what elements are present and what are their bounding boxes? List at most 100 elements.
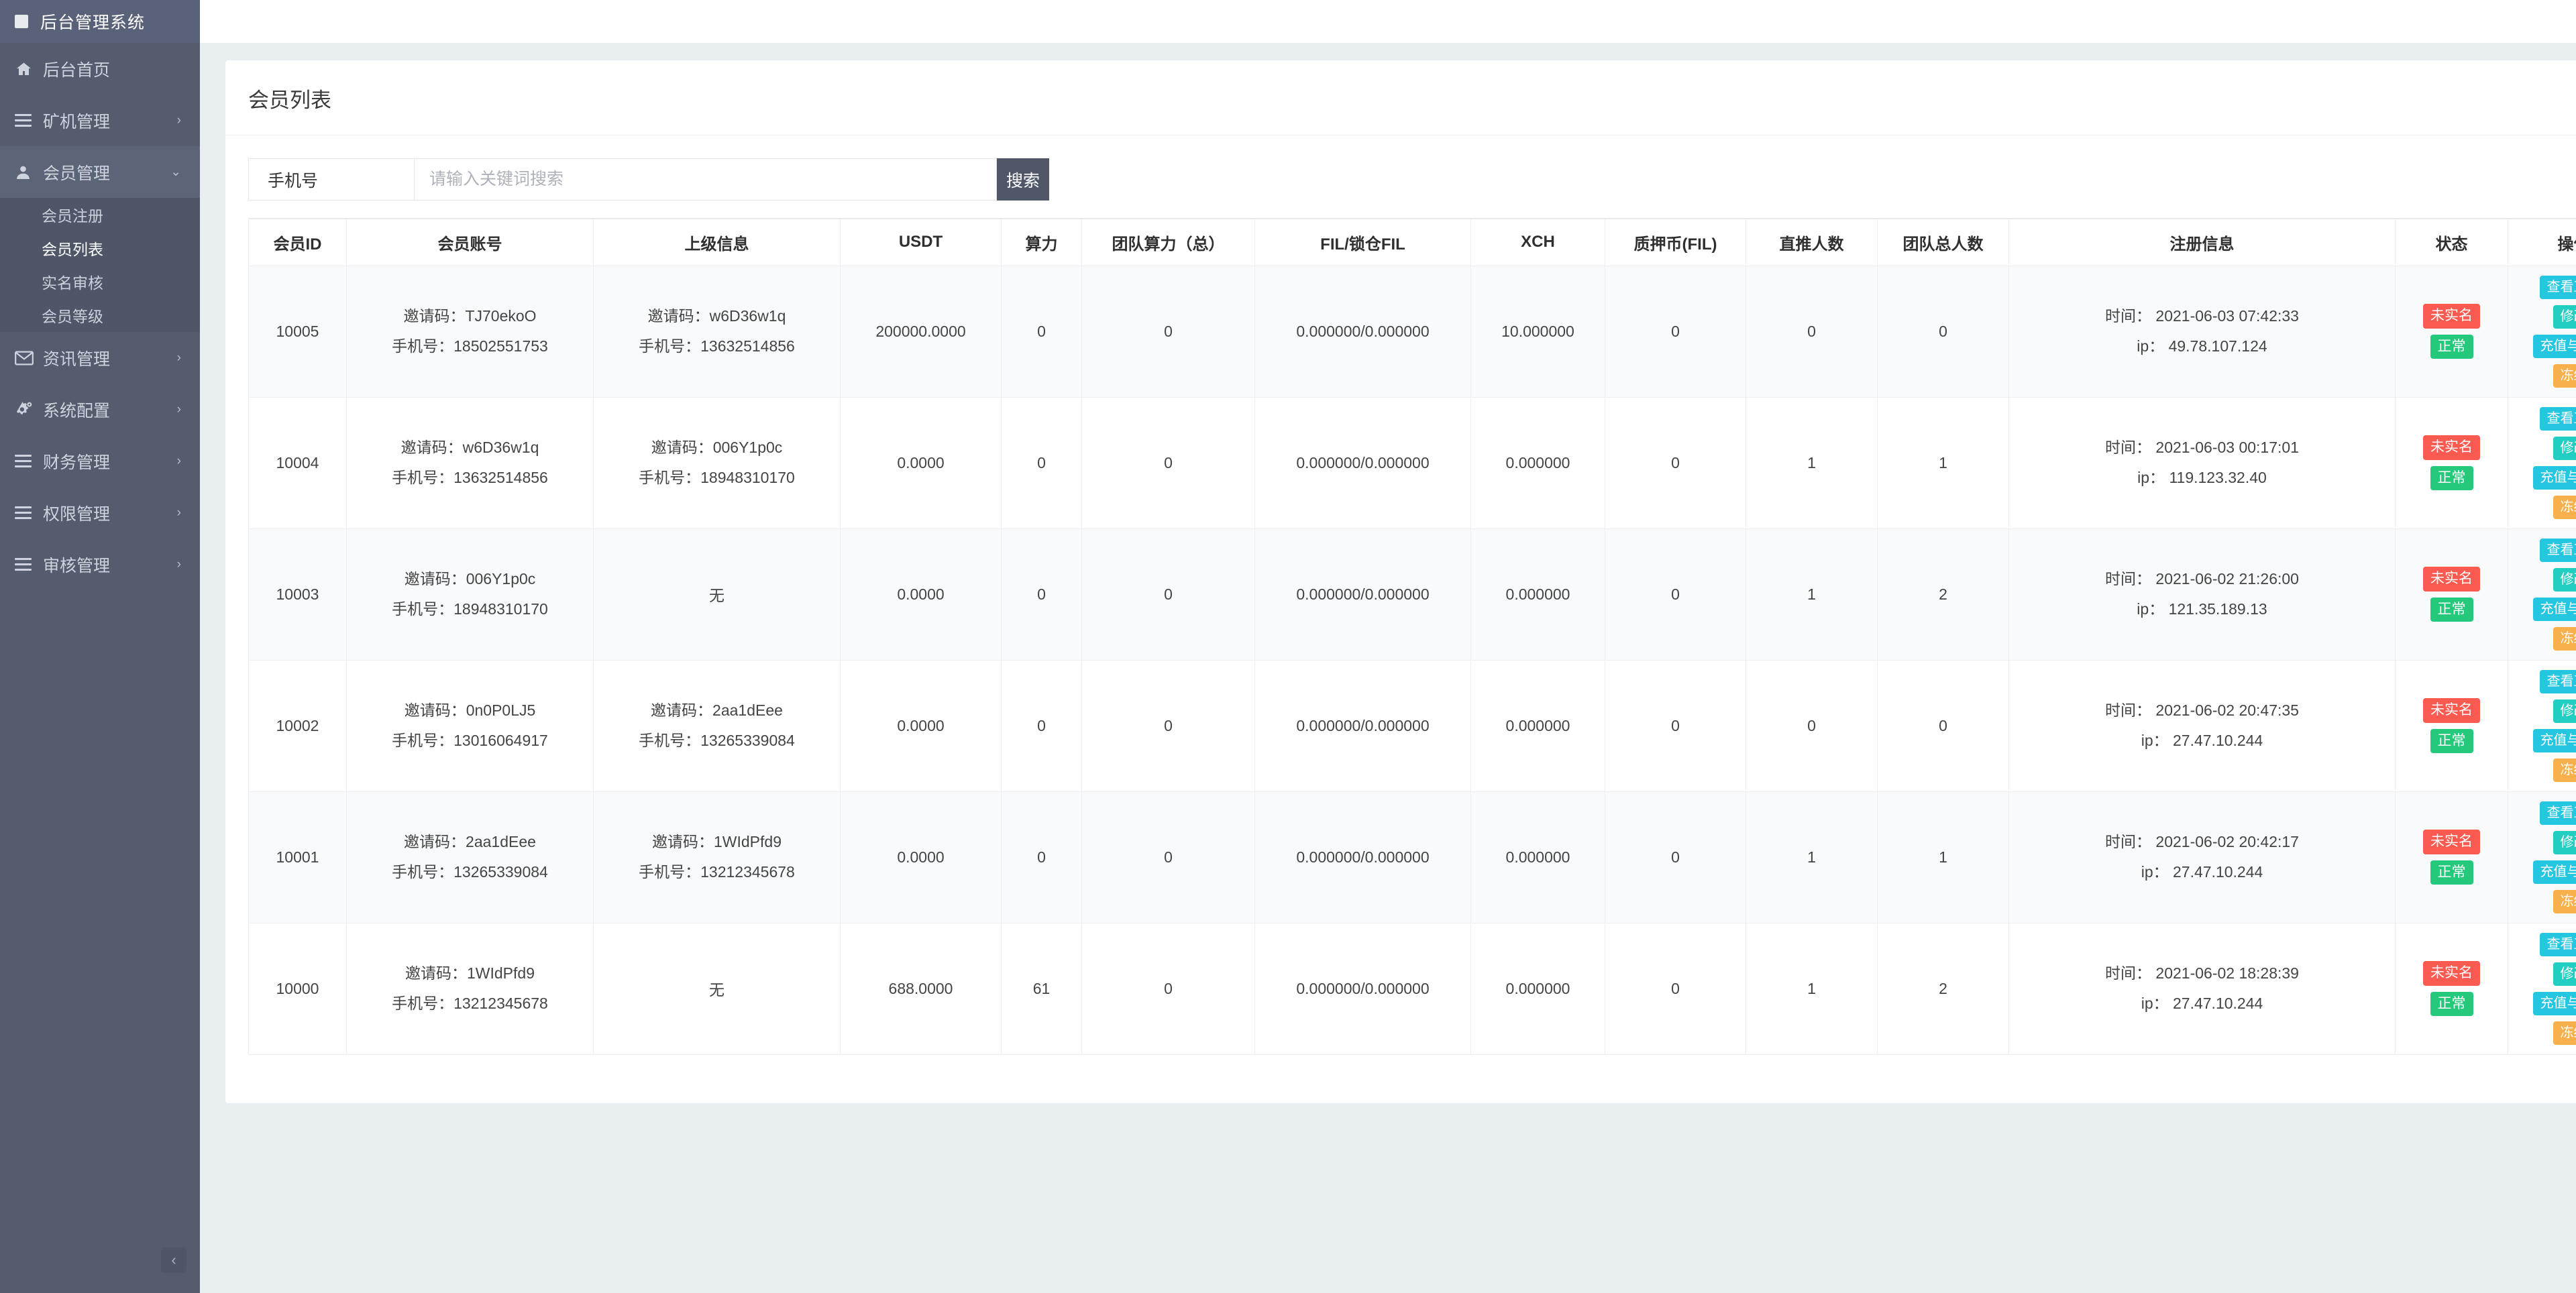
sidebar-item-2[interactable]: 会员管理 ⌄ <box>0 146 200 198</box>
sidebar-item-7[interactable]: 审核管理 › <box>0 539 200 590</box>
square-logo-icon <box>15 15 28 28</box>
member-table: 会员ID 会员账号 上级信息 USDT 算力 团队算力（总） FIL/锁仓FIL XCH 质押币… <box>248 218 2576 1055</box>
sidebar-subitem-2[interactable]: 实名审核 <box>0 265 200 298</box>
freeze-button[interactable]: 冻结 <box>2553 495 2576 519</box>
upline-phone-line: 手机号：13265339084 <box>639 732 795 749</box>
cell-fil: 0.000000/0.000000 <box>1254 791 1471 923</box>
sidebar-logo[interactable]: 后台管理系统 <box>0 0 200 43</box>
recharge-deduct-button[interactable]: 充值与扣除 <box>2532 991 2576 1015</box>
status-badge-state: 正常 <box>2430 860 2473 885</box>
view-direct-referrals-button[interactable]: 查看直推 <box>2539 932 2576 956</box>
sidebar-item-label: 系统配置 <box>43 401 111 420</box>
edit-button[interactable]: 修改 <box>2553 436 2576 460</box>
cell-upline-info: 邀请码：2aa1dEee 手机号：13265339084 <box>593 659 841 792</box>
cell-pledge: 0 <box>1605 265 1746 398</box>
upline-phone-line: 手机号：18948310170 <box>639 469 795 486</box>
sidebar-item-6[interactable]: 权限管理 › <box>0 487 200 539</box>
register-time-line: 时间： 2021-06-02 20:42:17 <box>2105 833 2299 851</box>
bars-icon <box>15 114 32 127</box>
upline-none: 无 <box>709 981 724 999</box>
edit-button[interactable]: 修改 <box>2553 830 2576 854</box>
cell-xch: 0.000000 <box>1470 659 1605 792</box>
cell-member-id: 10000 <box>248 922 347 1055</box>
upline-invite-line: 邀请码：2aa1dEee <box>651 701 783 720</box>
sidebar-item-0[interactable]: 后台首页 <box>0 43 200 95</box>
table-header-cell: XCH <box>1470 218 1605 266</box>
cell-upline-info: 无 <box>593 528 841 661</box>
recharge-deduct-button[interactable]: 充值与扣除 <box>2532 728 2576 752</box>
phone-line: 手机号：18948310170 <box>392 600 548 618</box>
recharge-deduct-button[interactable]: 充值与扣除 <box>2532 334 2576 358</box>
freeze-button[interactable]: 冻结 <box>2553 1021 2576 1045</box>
cell-xch: 10.000000 <box>1470 265 1605 398</box>
recharge-deduct-button[interactable]: 充值与扣除 <box>2532 465 2576 490</box>
recharge-deduct-button[interactable]: 充值与扣除 <box>2532 597 2576 621</box>
invite-code-line: 邀请码：2aa1dEee <box>404 833 536 851</box>
table-header-cell: 操作 <box>2508 218 2576 266</box>
cell-xch: 0.000000 <box>1470 528 1605 661</box>
register-ip-line: ip： 27.47.10.244 <box>2141 732 2263 749</box>
user-icon <box>15 164 38 180</box>
cell-status: 未实名 正常 <box>2395 528 2508 661</box>
cell-status: 未实名 正常 <box>2395 791 2508 923</box>
edit-button[interactable]: 修改 <box>2553 699 2576 723</box>
view-direct-referrals-button[interactable]: 查看直推 <box>2539 275 2576 299</box>
sidebar-item-4[interactable]: 系统配置 › <box>0 384 200 435</box>
search-button[interactable]: 搜索 <box>997 158 1049 201</box>
status-badge-verify: 未实名 <box>2423 567 2480 592</box>
chevron-right-icon: › <box>176 505 181 520</box>
cell-usdt: 0.0000 <box>840 659 1002 792</box>
cell-member-account: 邀请码：1WIdPfd9 手机号：13212345678 <box>346 922 594 1055</box>
freeze-button[interactable]: 冻结 <box>2553 758 2576 782</box>
sidebar-subitem-0[interactable]: 会员注册 <box>0 198 200 231</box>
view-direct-referrals-button[interactable]: 查看直推 <box>2539 801 2576 825</box>
main-area: admin 会员列表 手机号 搜索 <box>200 0 2576 1293</box>
status-badge-verify: 未实名 <box>2423 830 2480 854</box>
phone-line: 手机号：13265339084 <box>392 863 548 881</box>
chevron-right-icon: › <box>176 453 181 468</box>
cell-team-power: 0 <box>1081 791 1255 923</box>
cell-direct-count: 1 <box>1746 528 1878 661</box>
cell-register-info: 时间： 2021-06-02 20:42:17 ip： 27.47.10.244 <box>2008 791 2396 923</box>
cell-pledge: 0 <box>1605 922 1746 1055</box>
sidebar-item-3[interactable]: 资讯管理 › <box>0 332 200 384</box>
cell-operations: 查看直推修改充值与扣除冻结 <box>2508 265 2576 398</box>
cell-xch: 0.000000 <box>1470 922 1605 1055</box>
edit-button[interactable]: 修改 <box>2553 304 2576 329</box>
panel-header: 会员列表 <box>225 60 2576 135</box>
search-input[interactable] <box>414 158 997 201</box>
cell-direct-count: 1 <box>1746 396 1878 529</box>
cell-member-id: 10003 <box>248 528 347 661</box>
cell-member-account: 邀请码：006Y1p0c 手机号：18948310170 <box>346 528 594 661</box>
sidebar-subitem-1[interactable]: 会员列表 <box>0 231 200 265</box>
upline-invite-line: 邀请码：006Y1p0c <box>651 439 783 457</box>
view-direct-referrals-button[interactable]: 查看直推 <box>2539 406 2576 431</box>
status-badge-state: 正常 <box>2430 465 2473 490</box>
view-direct-referrals-button[interactable]: 查看直推 <box>2539 669 2576 693</box>
view-direct-referrals-button[interactable]: 查看直推 <box>2539 538 2576 562</box>
table-header-cell: 会员ID <box>248 218 347 266</box>
cell-power: 0 <box>1001 265 1082 398</box>
bars-icon <box>15 455 32 467</box>
freeze-button[interactable]: 冻结 <box>2553 889 2576 913</box>
cell-usdt: 200000.0000 <box>840 265 1002 398</box>
edit-button[interactable]: 修改 <box>2553 567 2576 592</box>
freeze-button[interactable]: 冻结 <box>2553 626 2576 651</box>
cell-upline-info: 无 <box>593 922 841 1055</box>
phone-line: 手机号：13016064917 <box>392 732 548 749</box>
cell-member-id: 10001 <box>248 791 347 923</box>
edit-button[interactable]: 修改 <box>2553 962 2576 986</box>
freeze-button[interactable]: 冻结 <box>2553 363 2576 388</box>
table-header-cell: 团队总人数 <box>1877 218 2009 266</box>
mail-icon <box>15 351 38 366</box>
table-row: 10000 邀请码：1WIdPfd9 手机号：13212345678 无 688.000… <box>248 922 2576 1055</box>
cell-member-id: 10004 <box>248 396 347 529</box>
sidebar-item-1[interactable]: 矿机管理 › <box>0 95 200 146</box>
sidebar-subitem-3[interactable]: 会员等级 <box>0 298 200 332</box>
table-row: 10003 邀请码：006Y1p0c 手机号：18948310170 无 0.0000 0… <box>248 528 2576 661</box>
cell-team-power: 0 <box>1081 265 1255 398</box>
sidebar-collapse-button[interactable]: ‹ <box>161 1247 186 1273</box>
sidebar-item-5[interactable]: 财务管理 › <box>0 435 200 487</box>
recharge-deduct-button[interactable]: 充值与扣除 <box>2532 860 2576 884</box>
bars-icon <box>15 506 32 519</box>
